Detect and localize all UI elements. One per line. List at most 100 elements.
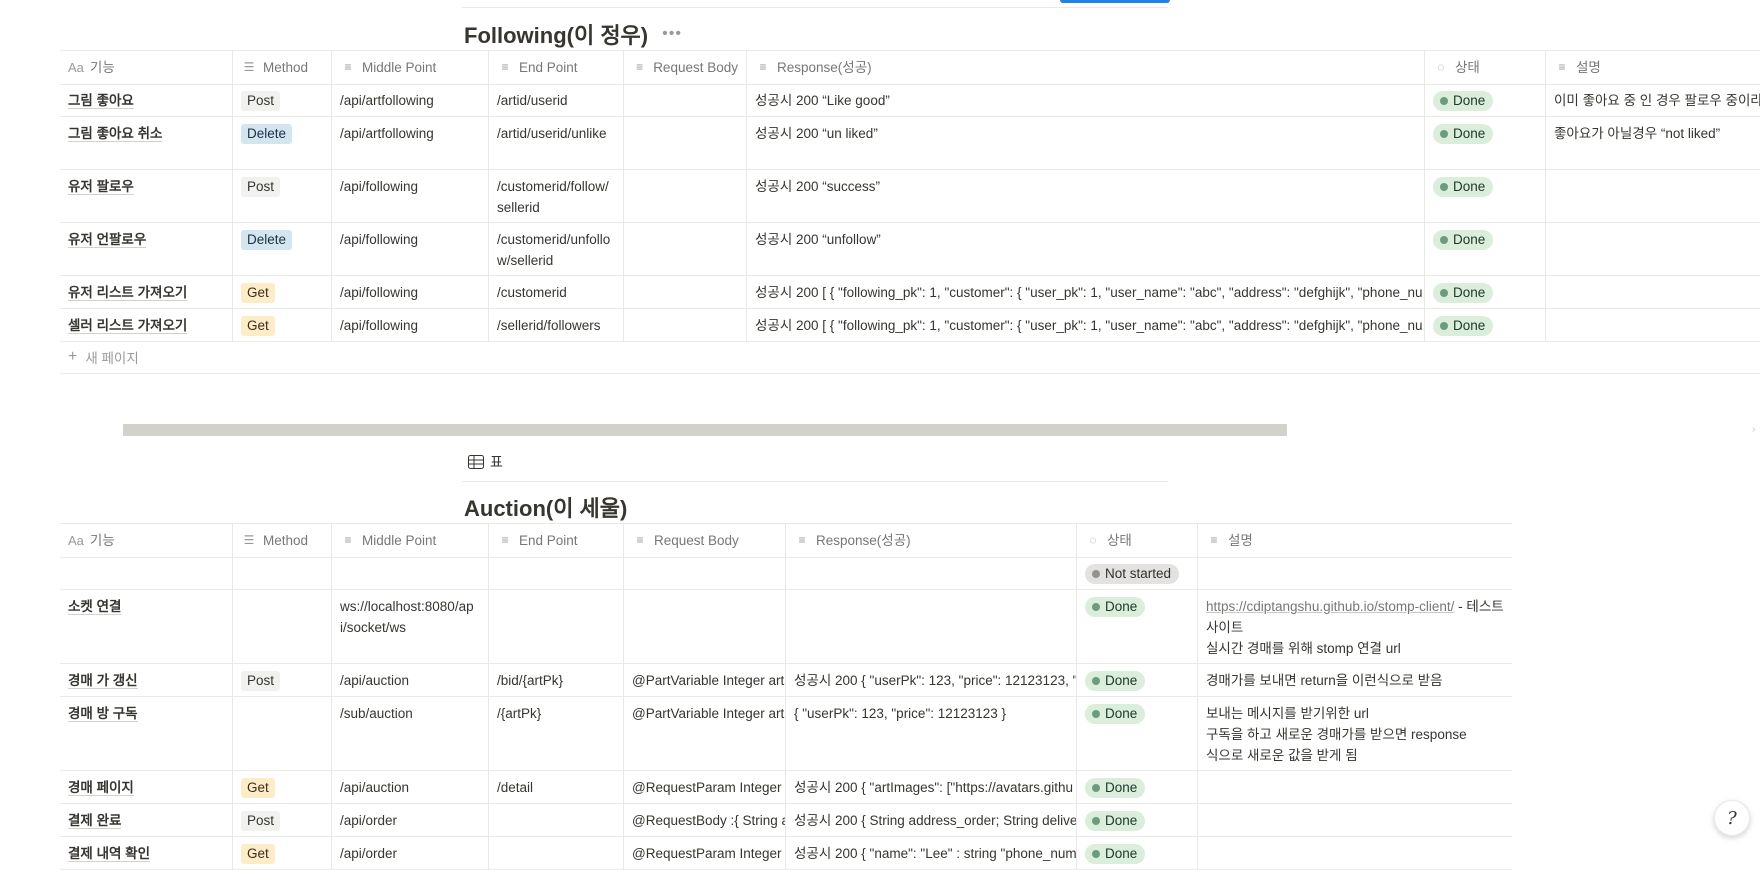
cell-response[interactable]: 성공시 200 “un liked”	[747, 116, 1425, 169]
cell-feature[interactable]	[60, 556, 233, 589]
cell-description[interactable]	[1546, 169, 1760, 222]
new-page-button[interactable]: + 새 페이지	[60, 341, 1760, 374]
cell-request-body[interactable]	[624, 556, 786, 589]
column-header-method[interactable]: ☰ Method	[233, 51, 332, 84]
column-header-status[interactable]: ◌ 상태	[1077, 524, 1198, 557]
cell-description[interactable]	[1198, 556, 1512, 589]
cell-end-point[interactable]	[489, 589, 624, 663]
cell-middle-point[interactable]: /sub/auction	[332, 696, 489, 770]
cell-end-point[interactable]: /bid/{artPk}	[489, 663, 624, 696]
cell-response[interactable]: { "userPk": 123, "price": 12123123 }	[786, 696, 1077, 770]
cell-feature[interactable]: 유저 언팔로우	[60, 222, 233, 275]
cell-status[interactable]: Done	[1077, 663, 1198, 696]
row-title[interactable]: 그림 좋아요	[68, 93, 134, 109]
top-accent-button[interactable]	[1060, 0, 1170, 3]
cell-method[interactable]: Get	[233, 770, 332, 803]
cell-end-point[interactable]: /customerid/unfollow/sellerid	[489, 222, 624, 275]
table-row[interactable]: 유저 팔로우 Post/api/following/customerid/foll…	[60, 169, 1760, 223]
cell-end-point[interactable]	[489, 803, 624, 836]
cell-end-point[interactable]: /customerid/follow/sellerid	[489, 169, 624, 222]
cell-method[interactable]: Get	[233, 308, 332, 341]
cell-request-body[interactable]	[624, 308, 747, 341]
table-row[interactable]: 그림 좋아요 취소 Delete/api/artfollowing/artid/u…	[60, 116, 1760, 170]
cell-middle-point[interactable]: /api/order	[332, 836, 489, 869]
cell-end-point[interactable]: /sellerid/followers	[489, 308, 624, 341]
column-header-request-body[interactable]: ≡ Request Body	[624, 524, 786, 557]
row-title[interactable]: 경매 페이지	[68, 780, 134, 796]
column-header-description[interactable]: ≡ 설명	[1198, 524, 1512, 557]
cell-status[interactable]: Done	[1077, 770, 1198, 803]
cell-response[interactable]: 성공시 200 “success”	[747, 169, 1425, 222]
cell-status[interactable]: Not started	[1077, 556, 1198, 589]
cell-feature[interactable]: 그림 좋아요	[60, 83, 233, 116]
cell-status[interactable]: Done	[1425, 169, 1546, 222]
table-row[interactable]: 경매 페이지 Get/api/auction/detail @RequestPara…	[60, 770, 1512, 804]
table-row[interactable]: 결제 내역 확인 Get/api/order @RequestParam Integ…	[60, 836, 1512, 870]
cell-feature[interactable]: 유저 리스트 가져오기	[60, 275, 233, 308]
cell-description[interactable]: 보내는 메시지를 받기위한 url 구독을 하고 새로운 경매가를 받으면 re…	[1198, 696, 1512, 770]
cell-end-point[interactable]: /artid/userid/unlike	[489, 116, 624, 169]
cell-feature[interactable]: 결제 완료	[60, 803, 233, 836]
column-header-feature[interactable]: Aa 기능	[60, 51, 233, 84]
column-header-middle-point[interactable]: ≡ Middle Point	[332, 51, 489, 84]
cell-status[interactable]: Done	[1077, 696, 1198, 770]
cell-middle-point[interactable]: ws://localhost:8080/api/socket/ws	[332, 589, 489, 663]
cell-middle-point[interactable]: /api/following	[332, 308, 489, 341]
cell-middle-point[interactable]: /api/following	[332, 222, 489, 275]
horizontal-scrollbar[interactable]	[123, 424, 1287, 436]
cell-end-point[interactable]	[489, 836, 624, 869]
cell-middle-point[interactable]: /api/following	[332, 169, 489, 222]
cell-end-point[interactable]: /customerid	[489, 275, 624, 308]
cell-status[interactable]: Done	[1077, 836, 1198, 869]
table-row[interactable]: Not started	[60, 556, 1512, 590]
cell-feature[interactable]: 경매 가 갱신	[60, 663, 233, 696]
cell-description[interactable]	[1198, 770, 1512, 803]
column-header-feature[interactable]: Aa 기능	[60, 524, 233, 557]
cell-middle-point[interactable]: /api/order	[332, 803, 489, 836]
cell-middle-point[interactable]: /api/auction	[332, 663, 489, 696]
row-title[interactable]: 유저 리스트 가져오기	[68, 285, 188, 301]
cell-end-point[interactable]	[489, 556, 624, 589]
table-row[interactable]: 유저 언팔로우 Delete/api/following/customerid/u…	[60, 222, 1760, 276]
cell-end-point[interactable]: /{artPk}	[489, 696, 624, 770]
cell-description[interactable]: 이미 좋아요 중 인 경우 팔로우 중이라	[1546, 83, 1760, 116]
cell-method[interactable]: Get	[233, 836, 332, 869]
cell-description[interactable]: 좋아요가 아닐경우 “not liked”	[1546, 116, 1760, 169]
column-header-end-point[interactable]: ≡ End Point	[489, 524, 624, 557]
column-header-response[interactable]: ≡ Response(성공)	[786, 524, 1077, 557]
cell-status[interactable]: Done	[1425, 222, 1546, 275]
cell-response[interactable]: 성공시 200 { String address_order; String d…	[786, 803, 1077, 836]
row-title[interactable]: 결제 완료	[68, 813, 122, 829]
cell-request-body[interactable]	[624, 169, 747, 222]
cell-method[interactable]: Post	[233, 169, 332, 222]
cell-request-body[interactable]: @RequestBody :{ String a	[624, 803, 786, 836]
cell-status[interactable]: Done	[1425, 83, 1546, 116]
table-row[interactable]: 결제 완료 Post/api/order @RequestBody :{ Strin…	[60, 803, 1512, 837]
cell-method[interactable]: Post	[233, 83, 332, 116]
cell-description[interactable]	[1546, 222, 1760, 275]
ellipsis-icon[interactable]: •••	[662, 25, 682, 43]
row-title[interactable]: 경매 가 갱신	[68, 673, 138, 689]
column-header-description[interactable]: ≡ 설명	[1546, 51, 1760, 84]
auction-title[interactable]: Auction(이 세울)	[464, 491, 627, 523]
cell-request-body[interactable]	[624, 83, 747, 116]
cell-method[interactable]	[233, 589, 332, 663]
table-row[interactable]: 경매 가 갱신 Post/api/auction/bid/{artPk} @Part…	[60, 663, 1512, 697]
table-row[interactable]: 그림 좋아요 Post/api/artfollowing/artid/userid…	[60, 83, 1760, 117]
row-title[interactable]: 그림 좋아요 취소	[68, 126, 163, 142]
cell-method[interactable]	[233, 556, 332, 589]
cell-request-body[interactable]	[624, 589, 786, 663]
cell-method[interactable]: Delete	[233, 116, 332, 169]
cell-response[interactable]	[786, 556, 1077, 589]
cell-request-body[interactable]	[624, 116, 747, 169]
cell-status[interactable]: Done	[1425, 116, 1546, 169]
cell-status[interactable]: Done	[1425, 275, 1546, 308]
cell-description[interactable]: https://cdiptangshu.github.io/stomp-clie…	[1198, 589, 1512, 663]
cell-middle-point[interactable]: /api/artfollowing	[332, 83, 489, 116]
cell-response[interactable]: 성공시 200 { "artImages": ["https://avatars…	[786, 770, 1077, 803]
cell-middle-point[interactable]: /api/following	[332, 275, 489, 308]
cell-feature[interactable]: 그림 좋아요 취소	[60, 116, 233, 169]
help-button[interactable]: ?	[1714, 800, 1750, 836]
table-row[interactable]: 경매 방 구독/sub/auction /{artPk} @PartVariable…	[60, 696, 1512, 771]
column-header-end-point[interactable]: ≡ End Point	[489, 51, 624, 84]
